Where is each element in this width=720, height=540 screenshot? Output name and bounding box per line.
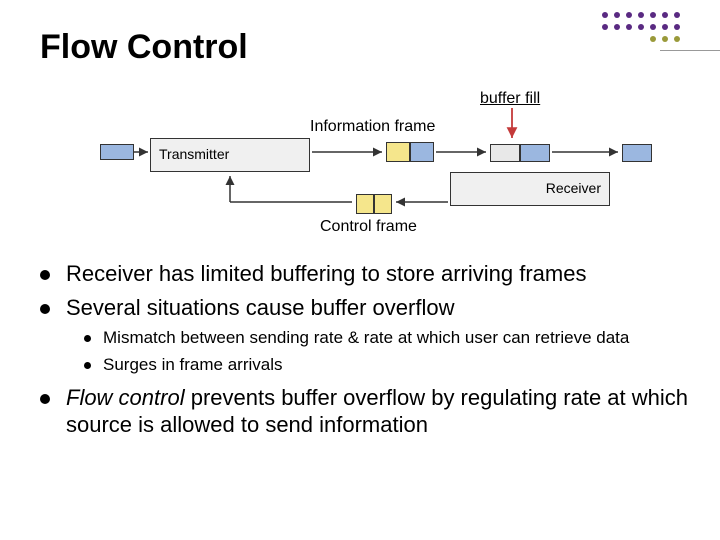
- bullet-text: Receiver has limited buffering to store …: [66, 260, 586, 288]
- bullet-icon: [84, 335, 91, 342]
- bullet-text: Several situations cause buffer overflow: [66, 294, 454, 322]
- bullet-icon: [40, 270, 50, 280]
- bullet-3: Flow control prevents buffer overflow by…: [40, 384, 690, 439]
- slide-body: Receiver has limited buffering to store …: [40, 260, 690, 445]
- bullet-2: Several situations cause buffer overflow: [40, 294, 690, 322]
- bullet-1: Receiver has limited buffering to store …: [40, 260, 690, 288]
- slide-decoration-dots: [600, 10, 690, 46]
- bullet-text: Flow control prevents buffer overflow by…: [66, 384, 690, 439]
- bullet-text: Surges in frame arrivals: [103, 354, 283, 375]
- bullet-icon: [40, 394, 50, 404]
- diagram-arrows: [40, 90, 680, 240]
- bullet-text: Mismatch between sending rate & rate at …: [103, 327, 629, 348]
- slide-title: Flow Control: [40, 28, 248, 67]
- sub-bullet-1: Mismatch between sending rate & rate at …: [84, 327, 690, 348]
- emphasis-text: Flow control: [66, 385, 185, 410]
- slide-decoration-line: [660, 50, 720, 51]
- flow-control-diagram: buffer fill Information frame Control fr…: [40, 90, 680, 240]
- bullet-icon: [40, 304, 50, 314]
- bullet-icon: [84, 362, 91, 369]
- sub-bullet-2: Surges in frame arrivals: [84, 354, 690, 375]
